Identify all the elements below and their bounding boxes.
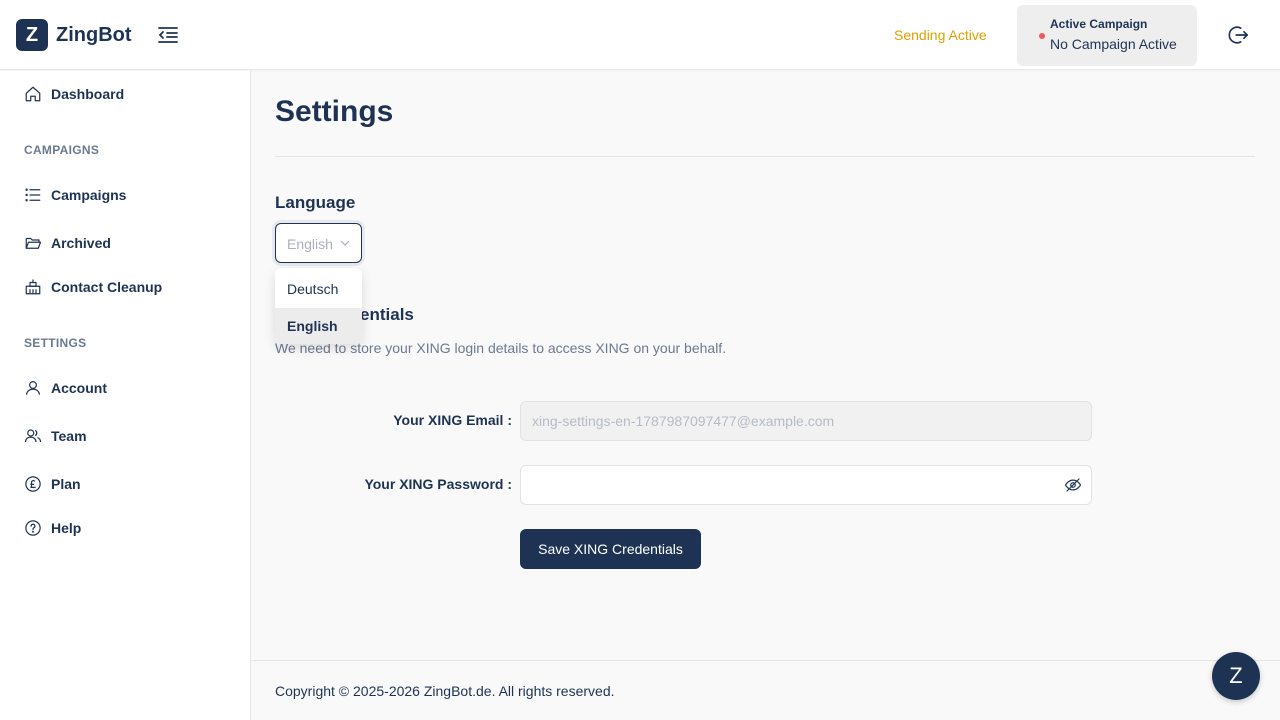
sidebar-collapse-icon[interactable] xyxy=(156,24,180,46)
xing-password-label: Your XING Password : xyxy=(364,476,512,492)
chevron-down-icon xyxy=(340,240,350,246)
team-icon xyxy=(24,429,42,443)
divider xyxy=(275,156,1255,157)
language-select[interactable]: English xyxy=(275,223,362,263)
active-campaign-panel[interactable]: Active Campaign No Campaign Active xyxy=(1017,5,1197,66)
list-icon xyxy=(25,188,41,202)
active-campaign-label: Active Campaign xyxy=(1050,17,1148,31)
logo-letter: Z xyxy=(25,23,39,46)
save-xing-credentials-button[interactable]: Save XING Credentials xyxy=(520,529,701,569)
cleanup-icon xyxy=(25,279,41,295)
sidebar-item-account[interactable]: Account xyxy=(24,379,107,397)
folder-open-icon xyxy=(25,237,42,249)
sidebar-item-label: Team xyxy=(51,428,87,444)
logo-icon: Z xyxy=(16,19,48,51)
sidebar-item-label: Plan xyxy=(51,476,81,492)
sidebar-item-plan[interactable]: Plan xyxy=(24,475,81,493)
status-dot xyxy=(1039,33,1045,39)
active-campaign-value: No Campaign Active xyxy=(1050,36,1177,52)
language-heading: Language xyxy=(275,193,356,212)
home-icon xyxy=(25,86,41,102)
sidebar-item-contact-cleanup[interactable]: Contact Cleanup xyxy=(24,278,162,296)
language-option-english[interactable]: English xyxy=(275,308,362,344)
sidebar-item-label: Archived xyxy=(51,235,111,251)
top-header: Z ZingBot Sending Active Active Campaign… xyxy=(0,0,1280,70)
copyright-text: Copyright © 2025-2026 ZingBot.de. All ri… xyxy=(275,683,615,699)
logout-icon[interactable] xyxy=(1227,24,1249,46)
sidebar-item-team[interactable]: Team xyxy=(24,427,87,445)
sidebar-item-label: Dashboard xyxy=(51,86,125,102)
page-title: Settings xyxy=(275,95,394,128)
language-select-value: English xyxy=(287,236,333,252)
sidebar-item-campaigns[interactable]: Campaigns xyxy=(24,186,126,204)
section-label-settings: SETTINGS xyxy=(24,336,87,350)
sidebar: Dashboard CAMPAIGNS Campaigns Archived C… xyxy=(0,71,251,720)
sidebar-item-help[interactable]: Help xyxy=(24,519,81,537)
app-name: ZingBot xyxy=(56,24,132,46)
section-label-campaigns: CAMPAIGNS xyxy=(24,143,100,157)
xing-password-field[interactable] xyxy=(520,465,1092,505)
sidebar-item-label: Contact Cleanup xyxy=(51,279,163,295)
footer-divider xyxy=(251,660,1280,661)
eye-off-icon[interactable] xyxy=(1064,476,1082,494)
sidebar-item-label: Help xyxy=(51,520,82,536)
sidebar-item-label: Account xyxy=(51,380,107,396)
chat-letter: Z xyxy=(1229,663,1243,688)
chat-button[interactable]: Z xyxy=(1212,652,1260,700)
xing-email-field[interactable] xyxy=(520,401,1092,441)
language-option-deutsch[interactable]: Deutsch xyxy=(275,271,362,307)
sidebar-item-dashboard[interactable]: Dashboard xyxy=(24,85,124,103)
pound-icon xyxy=(25,476,41,492)
help-icon xyxy=(25,520,41,536)
sending-status: Sending Active xyxy=(894,27,987,43)
sidebar-item-label: Campaigns xyxy=(51,187,127,203)
xing-email-label: Your XING Email : xyxy=(393,412,512,428)
user-icon xyxy=(26,381,40,395)
language-dropdown: Deutsch English xyxy=(275,268,362,344)
sidebar-item-archived[interactable]: Archived xyxy=(24,234,111,252)
